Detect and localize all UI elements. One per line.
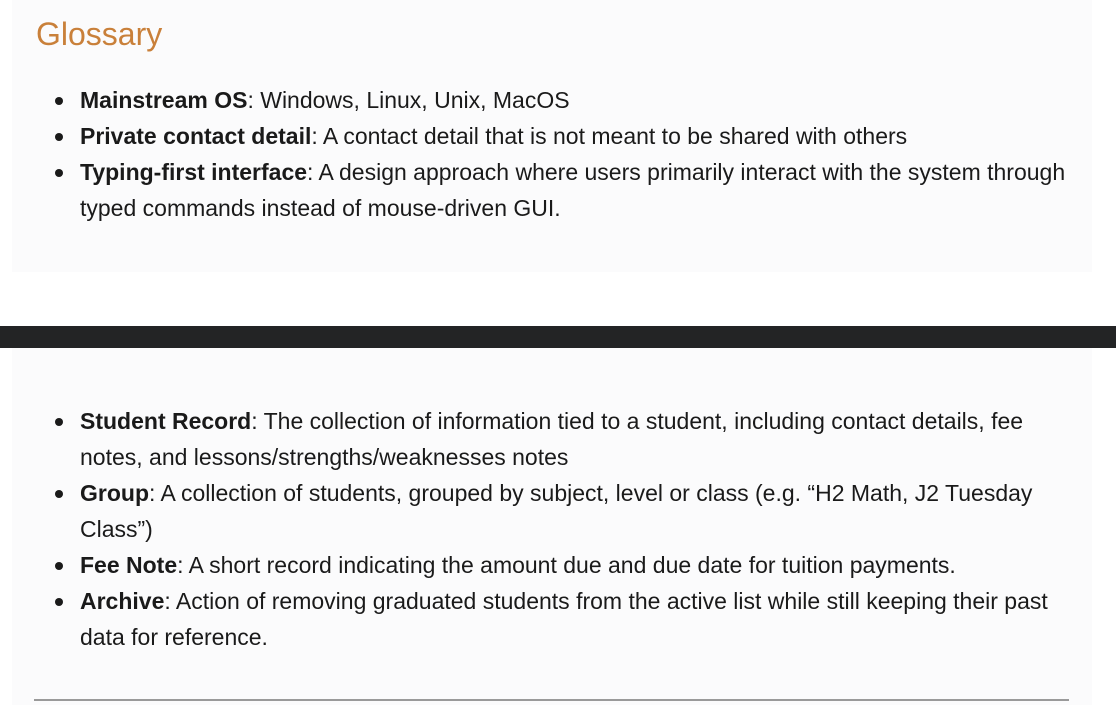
glossary-item-group: Group: A collection of students, grouped… — [55, 475, 1070, 547]
bullet-icon — [55, 133, 63, 141]
glossary-item-private-contact-detail: Private contact detail: A contact detail… — [55, 118, 1070, 154]
glossary-item-typing-first-interface: Typing-first interface: A design approac… — [55, 154, 1070, 226]
bullet-icon — [55, 169, 63, 177]
glossary-panel-bottom: Student Record: The collection of inform… — [12, 348, 1092, 705]
glossary-definition: : A collection of students, grouped by s… — [80, 480, 1033, 542]
glossary-term: Group — [80, 480, 149, 506]
glossary-definition: : Windows, Linux, Unix, MacOS — [247, 87, 570, 113]
horizontal-rule — [34, 699, 1069, 701]
glossary-item-student-record: Student Record: The collection of inform… — [55, 403, 1070, 475]
glossary-item-fee-note: Fee Note: A short record indicating the … — [55, 547, 1070, 583]
glossary-term: Private contact detail — [80, 123, 312, 149]
glossary-definition: : A short record indicating the amount d… — [177, 552, 956, 578]
glossary-item-mainstream-os: Mainstream OS: Windows, Linux, Unix, Mac… — [55, 82, 1070, 118]
glossary-definition: : A contact detail that is not meant to … — [311, 123, 908, 149]
glossary-list-bottom: Student Record: The collection of inform… — [12, 403, 1070, 655]
glossary-term: Archive — [80, 588, 165, 614]
glossary-term: Student Record — [80, 408, 252, 434]
glossary-definition: : Action of removing graduated students … — [80, 588, 1048, 650]
glossary-list-top: Mainstream OS: Windows, Linux, Unix, Mac… — [12, 82, 1070, 226]
bullet-icon — [55, 562, 63, 570]
bullet-icon — [55, 418, 63, 426]
document-page: Glossary Mainstream OS: Windows, Linux, … — [0, 0, 1116, 705]
glossary-panel-top: Glossary Mainstream OS: Windows, Linux, … — [12, 0, 1092, 272]
glossary-term: Mainstream OS — [80, 87, 248, 113]
section-divider-bar — [0, 326, 1116, 348]
glossary-term: Typing-first interface — [80, 159, 308, 185]
bullet-icon — [55, 598, 63, 606]
glossary-item-archive: Archive: Action of removing graduated st… — [55, 583, 1070, 655]
bullet-icon — [55, 97, 63, 105]
bullet-icon — [55, 490, 63, 498]
glossary-term: Fee Note — [80, 552, 178, 578]
glossary-heading: Glossary — [36, 16, 163, 52]
